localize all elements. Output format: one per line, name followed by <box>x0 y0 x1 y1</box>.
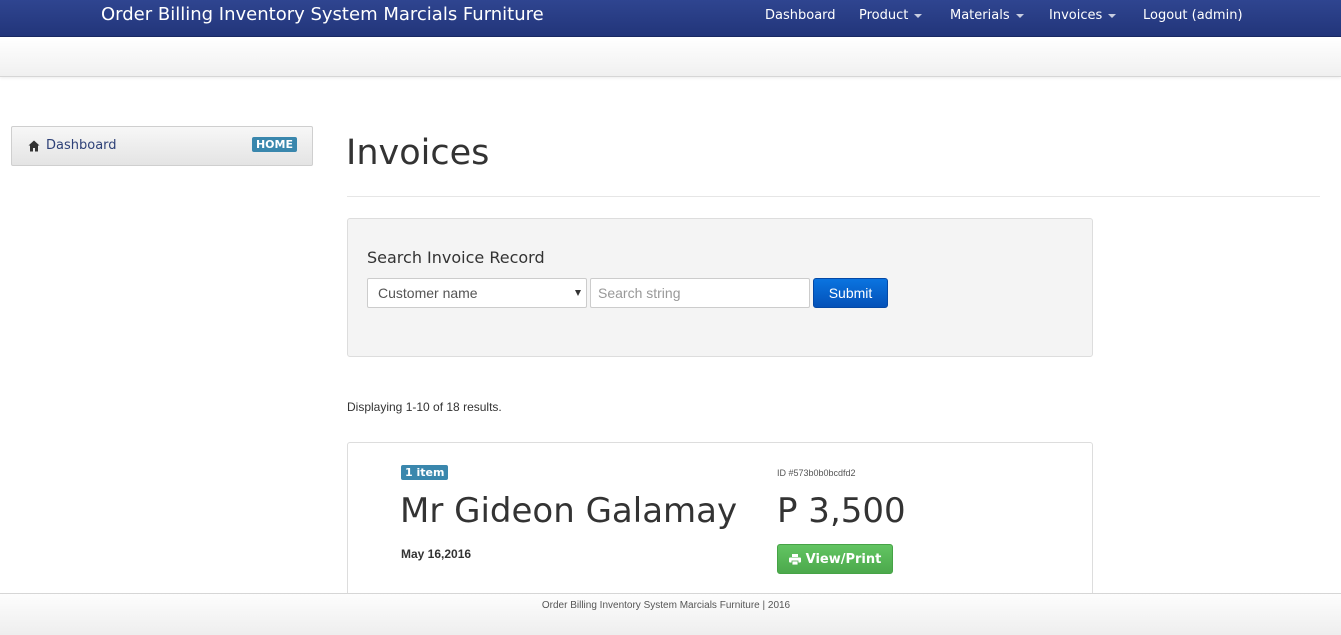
nav-materials[interactable]: Materials <box>950 8 1024 23</box>
nav-product-label: Product <box>859 8 909 23</box>
search-input[interactable] <box>590 278 810 308</box>
home-icon <box>28 140 40 152</box>
page-title: Invoices <box>346 133 490 173</box>
item-count-badge: 1 item <box>401 465 449 480</box>
caret-down-icon <box>1108 13 1117 18</box>
select-arrow-icon <box>575 290 581 296</box>
caret-down-icon <box>914 13 923 18</box>
print-icon <box>788 553 801 565</box>
nav-dashboard[interactable]: Dashboard <box>765 8 836 23</box>
home-badge: HOME <box>251 137 297 152</box>
search-heading: Search Invoice Record <box>367 248 545 267</box>
top-navbar: Order Billing Inventory System Marcials … <box>0 0 1341 37</box>
page-footer: Order Billing Inventory System Marcials … <box>0 593 1341 635</box>
footer-text: Order Billing Inventory System Marcials … <box>541 600 791 611</box>
nav-dashboard-label: Dashboard <box>765 8 836 23</box>
results-summary: Displaying 1-10 of 18 results. <box>347 400 502 414</box>
app-brand[interactable]: Order Billing Inventory System Marcials … <box>101 4 544 25</box>
sidebar-item-dashboard[interactable]: Dashboard HOME <box>11 126 313 166</box>
nav-logout-label: Logout (admin) <box>1143 8 1243 23</box>
nav-product[interactable]: Product <box>859 8 923 23</box>
nav-invoices[interactable]: Invoices <box>1049 8 1117 23</box>
view-print-button[interactable]: View/Print <box>777 544 893 574</box>
customer-name: Mr Gideon Galamay <box>400 491 738 531</box>
sidebar-item-label: Dashboard <box>46 138 117 153</box>
submit-button[interactable]: Submit <box>813 278 888 308</box>
nav-materials-label: Materials <box>950 8 1010 23</box>
caret-down-icon <box>1015 13 1024 18</box>
invoice-date: May 16,2016 <box>401 547 472 561</box>
nav-logout[interactable]: Logout (admin) <box>1143 8 1243 23</box>
sub-header-bar <box>0 37 1341 77</box>
title-divider <box>347 196 1320 197</box>
search-field-select[interactable]: Customer name <box>367 278 587 308</box>
invoice-amount: P 3,500 <box>777 491 906 531</box>
view-print-label: View/Print <box>805 551 882 567</box>
search-panel: Search Invoice Record Customer name Subm… <box>347 218 1093 357</box>
invoice-id: ID #573b0b0bcdfd2 <box>777 468 856 478</box>
nav-invoices-label: Invoices <box>1049 8 1103 23</box>
invoice-card: 1 item Mr Gideon Galamay May 16,2016 ID … <box>347 442 1093 602</box>
search-field-select-value: Customer name <box>378 285 478 301</box>
